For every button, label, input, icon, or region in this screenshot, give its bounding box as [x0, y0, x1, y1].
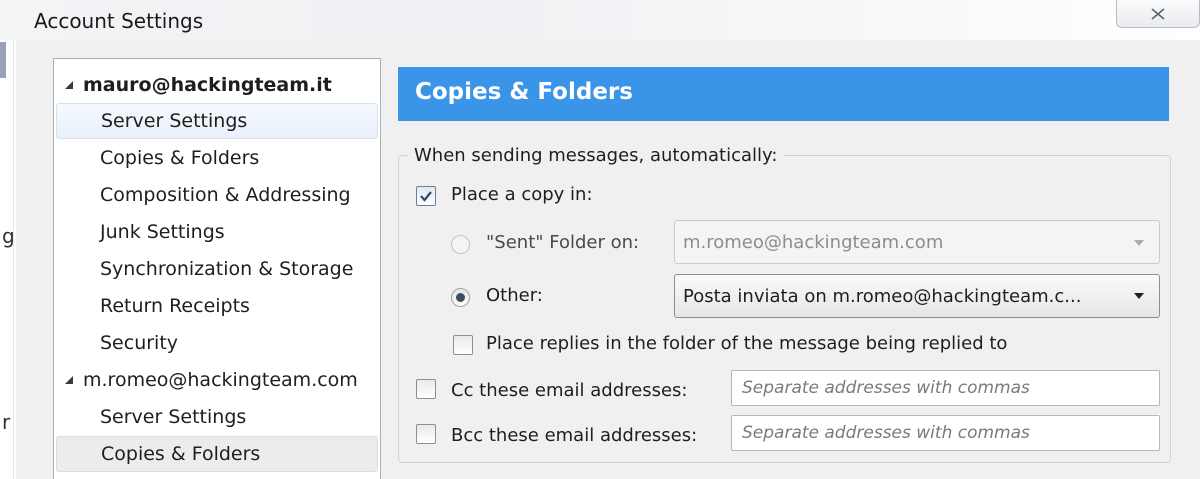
tree-item-synchronization-storage[interactable]: Synchronization & Storage: [56, 251, 378, 287]
sent-folder-select[interactable]: m.romeo@hackingteam.com: [674, 220, 1160, 264]
tree-item-label: Copies & Folders: [100, 147, 260, 169]
edge-text-fragment: r: [2, 410, 11, 434]
account-tree[interactable]: mauro@hackingteam.it Server Settings Cop…: [53, 58, 381, 479]
sent-folder-label[interactable]: "Sent" Folder on:: [486, 232, 639, 253]
group-legend: When sending messages, automatically:: [408, 145, 784, 166]
tree-account-label: m.romeo@hackingteam.com: [83, 369, 358, 391]
edge-text-fragment: g: [2, 224, 15, 248]
cc-addresses-input[interactable]: [731, 370, 1160, 406]
bcc-label[interactable]: Bcc these email addresses:: [451, 425, 697, 446]
place-copy-checkbox[interactable]: [416, 186, 436, 206]
bcc-addresses-input[interactable]: [731, 415, 1160, 451]
other-folder-select[interactable]: Posta inviata on m.romeo@hackingteam.c..…: [674, 274, 1160, 318]
place-replies-checkbox[interactable]: [453, 335, 473, 355]
window-title: Account Settings: [34, 9, 204, 33]
radio-selected-dot: [456, 293, 465, 302]
tree-item-label: Copies & Folders: [101, 443, 261, 465]
tree-item-server-settings[interactable]: Server Settings: [56, 399, 378, 435]
bcc-checkbox[interactable]: [416, 424, 436, 444]
tree-item-copies-folders-selected[interactable]: Copies & Folders: [56, 436, 378, 472]
tree-item-copies-folders[interactable]: Copies & Folders: [56, 140, 378, 176]
place-replies-label[interactable]: Place replies in the folder of the messa…: [486, 333, 1007, 354]
tree-account-label: mauro@hackingteam.it: [83, 74, 332, 96]
tree-item-composition-addressing[interactable]: Composition & Addressing: [56, 177, 378, 213]
tree-item-junk-settings[interactable]: Junk Settings: [56, 214, 378, 250]
tree-item-return-receipts[interactable]: Return Receipts: [56, 288, 378, 324]
edge-bar: [0, 42, 6, 78]
tree-item-label: Junk Settings: [100, 221, 225, 243]
cc-label[interactable]: Cc these email addresses:: [451, 380, 688, 401]
other-folder-radio[interactable]: [451, 288, 470, 307]
tree-item-label: Server Settings: [100, 406, 247, 428]
sent-folder-value: m.romeo@hackingteam.com: [683, 231, 944, 253]
expanded-triangle-icon[interactable]: [57, 80, 83, 90]
tree-item-label: Security: [100, 332, 179, 354]
cc-checkbox[interactable]: [416, 379, 436, 399]
section-header: Copies & Folders: [398, 67, 1169, 121]
tree-item-security[interactable]: Security: [56, 325, 378, 361]
expanded-triangle-icon[interactable]: [57, 375, 83, 385]
close-x-icon: [1149, 7, 1167, 21]
tree-account-mromeo[interactable]: m.romeo@hackingteam.com: [57, 362, 379, 398]
checkmark-icon: [419, 190, 433, 202]
chevron-down-icon: [1133, 292, 1145, 300]
sent-folder-radio[interactable]: [451, 235, 470, 254]
tree-item-label: Return Receipts: [100, 295, 250, 317]
page-title: Copies & Folders: [415, 79, 633, 105]
other-folder-value: Posta inviata on m.romeo@hackingteam.c..…: [683, 285, 1082, 307]
place-copy-label[interactable]: Place a copy in:: [451, 184, 593, 205]
tree-item-server-settings[interactable]: Server Settings: [56, 103, 378, 139]
other-folder-label[interactable]: Other:: [486, 285, 543, 306]
background-window-edge: g r: [0, 40, 15, 479]
tree-item-label: Server Settings: [101, 110, 248, 132]
chevron-down-icon: [1133, 239, 1145, 247]
title-bar: Account Settings: [0, 0, 1200, 40]
close-button[interactable]: [1116, 0, 1200, 28]
tree-item-label: Synchronization & Storage: [100, 258, 354, 280]
tree-account-mauro[interactable]: mauro@hackingteam.it: [57, 67, 379, 103]
tree-item-label: Composition & Addressing: [100, 184, 351, 206]
